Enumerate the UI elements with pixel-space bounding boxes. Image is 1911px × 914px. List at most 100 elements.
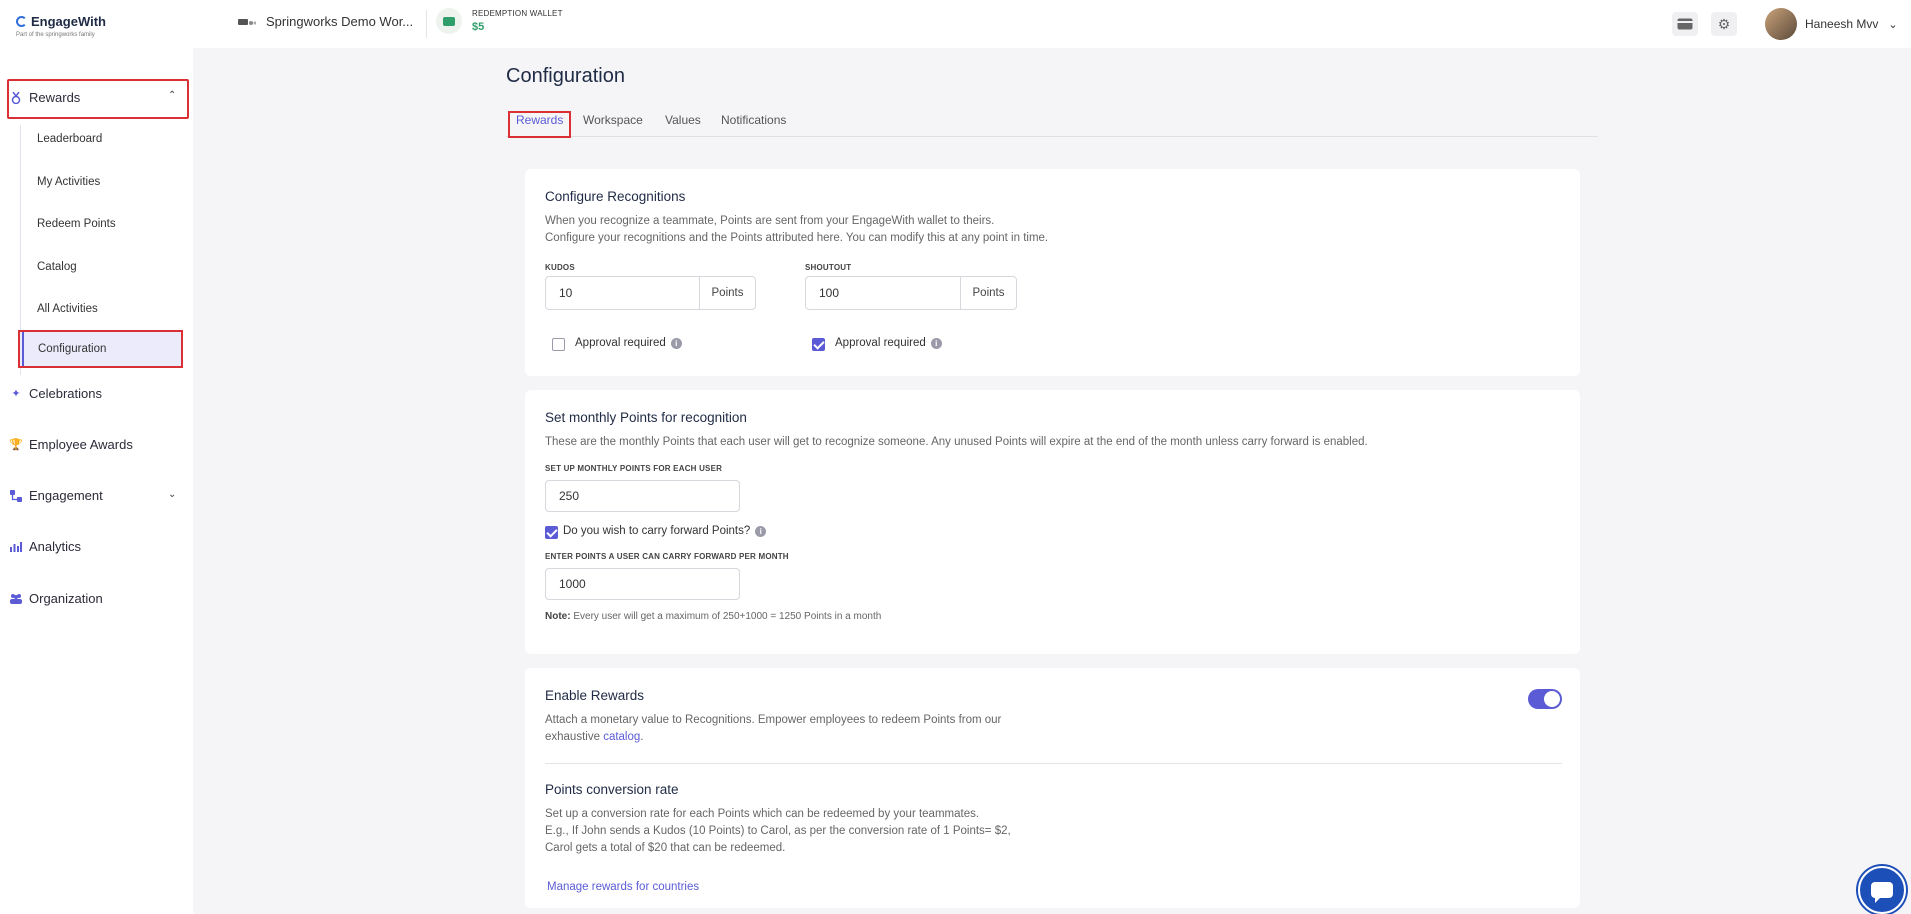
chevron-down-icon[interactable]: ⌄: [168, 489, 176, 500]
bar-chart-icon: [10, 541, 22, 553]
medal-icon: [10, 91, 22, 104]
trophy-icon: 🏆: [9, 439, 23, 451]
tab-notifications[interactable]: Notifications: [721, 113, 786, 127]
sidebar-item-all-activities[interactable]: All Activities: [37, 303, 98, 315]
card-description: Configure your recognitions and the Poin…: [545, 232, 1049, 244]
shoutout-points-input[interactable]: 100 Points: [805, 276, 1017, 310]
tab-workspace[interactable]: Workspace: [583, 113, 643, 127]
sidebar-item-redeem-points[interactable]: Redeem Points: [37, 218, 116, 230]
sidebar-item-celebrations[interactable]: ✦ Celebrations: [10, 386, 102, 401]
info-icon[interactable]: i: [930, 337, 942, 349]
shoutout-approval-checkbox[interactable]: [812, 338, 825, 351]
config-tabs: Rewards Workspace Values Notifications: [506, 113, 1598, 137]
manage-rewards-link[interactable]: Manage rewards for countries: [547, 881, 699, 893]
chat-support-button[interactable]: [1858, 866, 1906, 914]
sidebar-item-catalog[interactable]: Catalog: [37, 261, 77, 273]
conversion-description: Carol gets a total of $20 that can be re…: [545, 842, 786, 854]
carry-forward-points-input[interactable]: 1000: [545, 568, 740, 600]
desc-suffix: .: [640, 731, 644, 743]
kudos-points-input[interactable]: 10 Points: [545, 276, 756, 310]
enable-rewards-card: Enable Rewards Attach a monetary value t…: [525, 668, 1580, 908]
wallet-icon: [436, 8, 462, 34]
shoutout-value: 100: [819, 286, 840, 300]
top-bar: EngageWith Part of the springworks famil…: [0, 0, 1911, 48]
topbar-divider: [426, 10, 427, 38]
sidebar-item-label: Rewards: [29, 90, 81, 105]
configure-recognitions-card: Configure Recognitions When you recogniz…: [525, 169, 1580, 376]
card-description: exhaustive catalog.: [545, 729, 643, 746]
approval-label-text: Approval required: [575, 337, 666, 349]
chevron-down-icon: ⌄: [1888, 18, 1898, 31]
gear-icon: ⚙: [1717, 15, 1731, 32]
app-tagline: Part of the springworks family: [16, 32, 95, 38]
kudos-value: 10: [559, 286, 573, 300]
sidebar: Rewards ⌃ Leaderboard My Activities Rede…: [0, 48, 193, 914]
sidebar-item-engagement[interactable]: Engagement: [10, 488, 103, 503]
card-description: When you recognize a teammate, Points ar…: [545, 215, 995, 227]
tab-values[interactable]: Values: [665, 113, 701, 127]
monthly-points-label: SET UP MONTHLY POINTS FOR EACH USER: [545, 464, 723, 473]
billing-card-button[interactable]: [1672, 12, 1698, 36]
note-prefix: Note:: [545, 611, 571, 622]
app-logo[interactable]: EngageWith Part of the springworks famil…: [16, 14, 106, 38]
party-popper-icon: ✦: [11, 388, 21, 400]
avatar: [1765, 8, 1797, 40]
note-text: Every user will get a maximum of 250+100…: [573, 611, 882, 622]
carry-forward-checkbox[interactable]: [545, 526, 558, 539]
engagewith-logo-icon: [16, 16, 27, 27]
points-suffix: Points: [699, 277, 755, 309]
kudos-approval-label: Approval required i: [575, 337, 682, 349]
kudos-label: KUDOS: [545, 263, 575, 272]
carry-points-label: ENTER POINTS A USER CAN CARRY FORWARD PE…: [545, 552, 789, 561]
sidebar-item-analytics[interactable]: Analytics: [10, 539, 81, 554]
approval-label-text: Approval required: [835, 337, 926, 349]
chat-bubble-icon: [1871, 882, 1893, 903]
sidebar-item-label: Organization: [29, 591, 103, 606]
tab-highlight-box: [508, 111, 571, 138]
conversion-description: E.g., If John sends a Kudos (10 Points) …: [545, 825, 1011, 837]
carry-points-value: 1000: [559, 577, 586, 591]
sidebar-item-configuration[interactable]: Configuration: [18, 330, 183, 368]
sidebar-item-label: Configuration: [38, 343, 107, 355]
enable-rewards-toggle[interactable]: [1528, 689, 1562, 709]
sidebar-item-my-activities[interactable]: My Activities: [37, 176, 100, 188]
sidebar-item-leaderboard[interactable]: Leaderboard: [37, 133, 102, 145]
info-icon[interactable]: i: [670, 337, 682, 349]
card-description: These are the monthly Points that each u…: [545, 436, 1368, 448]
page-title: Configuration: [506, 65, 625, 87]
workspace-switcher[interactable]: Springworks Demo Wor...: [238, 14, 413, 29]
workspace-name: Springworks Demo Wor...: [266, 14, 414, 29]
points-suffix: Points: [960, 277, 1016, 309]
info-icon[interactable]: i: [755, 525, 767, 537]
shoutout-approval-label: Approval required i: [835, 337, 942, 349]
sidebar-item-label: Engagement: [29, 488, 103, 503]
divider: [545, 763, 1562, 764]
app-name: EngageWith: [31, 14, 106, 29]
workspace-icon: [238, 18, 256, 25]
sidebar-item-organization[interactable]: Organization: [10, 591, 103, 606]
monthly-points-value: 250: [559, 489, 580, 503]
engagement-icon: [10, 489, 22, 502]
monthly-points-card: Set monthly Points for recognition These…: [525, 390, 1580, 654]
sidebar-item-label: Celebrations: [29, 386, 102, 401]
sidebar-item-employee-awards[interactable]: 🏆 Employee Awards: [9, 437, 133, 452]
wallet-label: REDEMPTION WALLET: [472, 9, 563, 18]
credit-card-icon: [1677, 18, 1693, 30]
card-title: Set monthly Points for recognition: [545, 410, 747, 425]
people-icon: [10, 593, 22, 605]
kudos-approval-checkbox[interactable]: [552, 338, 565, 351]
catalog-link[interactable]: catalog: [603, 731, 640, 743]
settings-button[interactable]: ⚙: [1711, 12, 1737, 36]
card-description: Attach a monetary value to Recognitions.…: [545, 714, 1002, 726]
chevron-up-icon[interactable]: ⌃: [168, 90, 176, 101]
wallet-balance: $5: [472, 21, 485, 33]
monthly-points-input[interactable]: 250: [545, 480, 740, 512]
monthly-note: Note: Every user will get a maximum of 2…: [545, 611, 881, 622]
carry-forward-label: Do you wish to carry forward Points? i: [563, 525, 767, 537]
redemption-wallet[interactable]: REDEMPTION WALLET $5: [436, 8, 563, 34]
user-menu[interactable]: Haneesh Mvv ⌄: [1765, 8, 1898, 40]
card-title: Configure Recognitions: [545, 189, 686, 204]
desc-prefix: exhaustive: [545, 731, 600, 743]
sidebar-item-rewards[interactable]: Rewards: [10, 90, 80, 105]
sidebar-item-label: Employee Awards: [29, 437, 133, 452]
